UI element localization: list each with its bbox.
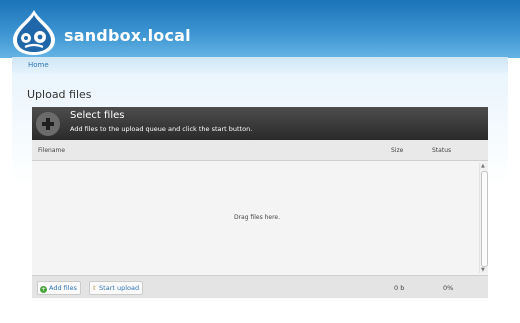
file-drop-zone[interactable]: Drag files here. ▲ ▼: [32, 161, 488, 275]
total-percent: 0%: [443, 284, 454, 292]
scrollbar-thumb[interactable]: [481, 171, 488, 267]
start-upload-button[interactable]: ⇧ Start upload: [89, 281, 144, 295]
plus-icon: [36, 112, 60, 136]
add-files-label: Add files: [49, 284, 77, 292]
file-list-header: Filename Size Status: [32, 140, 488, 161]
file-uploader: Select files Add files to the upload que…: [32, 107, 488, 298]
uploader-title: Select files: [70, 110, 125, 121]
home-link[interactable]: Home: [28, 61, 49, 69]
uploader-header: Select files Add files to the upload que…: [32, 107, 488, 140]
uploader-subtitle: Add files to the upload queue and click …: [70, 125, 253, 133]
column-filename: Filename: [38, 147, 66, 154]
site-name[interactable]: sandbox.local: [64, 26, 191, 45]
upload-arrow-icon: ⇧: [92, 285, 98, 292]
primary-nav: Home: [12, 57, 508, 75]
file-list-scrollbar[interactable]: ▲ ▼: [479, 163, 488, 273]
total-size: 0 b: [394, 284, 405, 292]
uploader-footer: + Add files ⇧ Start upload 0 b 0%: [32, 275, 488, 298]
page-title: Upload files: [27, 88, 92, 101]
drop-hint: Drag files here.: [233, 214, 281, 221]
column-size: Size: [391, 147, 404, 154]
start-upload-label: Start upload: [99, 284, 140, 292]
add-icon: +: [40, 286, 47, 293]
site-header: sandbox.local: [0, 0, 520, 58]
column-status: Status: [432, 147, 452, 154]
drupal-drop-icon[interactable]: [11, 8, 57, 56]
add-files-button[interactable]: + Add files: [37, 281, 81, 295]
scroll-up-icon[interactable]: ▲: [481, 163, 485, 169]
scroll-down-icon[interactable]: ▼: [481, 267, 485, 273]
